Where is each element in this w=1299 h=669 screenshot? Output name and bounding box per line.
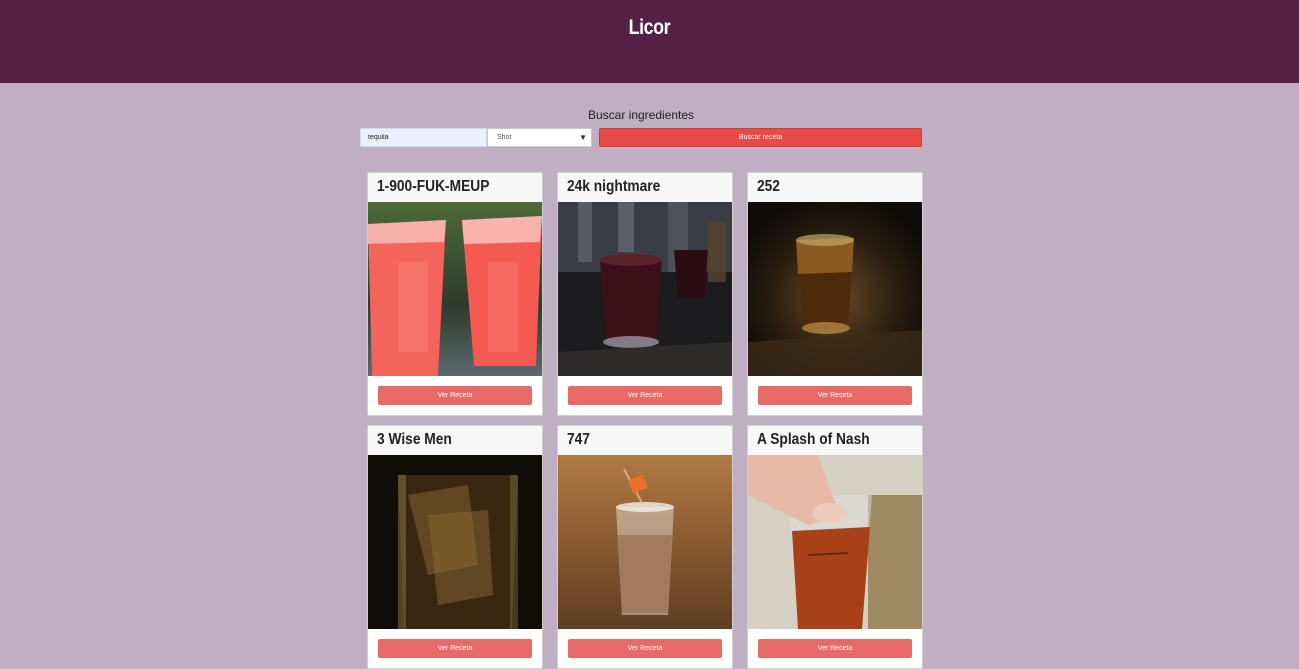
card-footer: Ver Receta [748, 376, 922, 415]
view-recipe-button[interactable]: Ver Receta [758, 386, 912, 405]
category-selected-value: Shot [497, 134, 512, 141]
recipe-card: A Splash of Nash Ver Receta [747, 425, 923, 669]
recipe-card: 3 Wise Men Ver Receta [367, 425, 543, 669]
recipe-title: A Splash of Nash [748, 426, 922, 455]
recipe-image [748, 202, 922, 376]
search-row: Shot ▼ Buscar receta [360, 128, 922, 147]
card-footer: Ver Receta [748, 629, 922, 668]
recipe-image [368, 455, 542, 629]
recipe-image [558, 202, 732, 376]
chevron-down-icon: ▼ [579, 133, 587, 142]
recipe-card: 747 Ver Receta [557, 425, 733, 669]
card-footer: Ver Receta [368, 629, 542, 668]
view-recipe-button[interactable]: Ver Receta [378, 386, 532, 405]
recipe-card: 252 Ver Receta [747, 172, 923, 416]
search-recipe-button[interactable]: Buscar receta [599, 128, 922, 147]
card-footer: Ver Receta [368, 376, 542, 415]
card-footer: Ver Receta [558, 629, 732, 668]
ingredient-input[interactable] [360, 128, 487, 147]
recipe-image [368, 202, 542, 376]
search-label: Buscar ingredientes [587, 108, 695, 122]
category-select[interactable]: Shot ▼ [487, 128, 592, 147]
recipe-title: 24k nightmare [558, 173, 732, 202]
recipe-title: 3 Wise Men [368, 426, 542, 455]
header-bar: Licor [0, 0, 1299, 83]
recipe-title: 252 [748, 173, 922, 202]
view-recipe-button[interactable]: Ver Receta [568, 639, 722, 658]
recipe-card: 24k nightmare Ver Receta [557, 172, 733, 416]
search-form: Buscar ingredientes Shot ▼ Buscar receta [360, 108, 922, 147]
view-recipe-button[interactable]: Ver Receta [568, 386, 722, 405]
recipe-card: 1-900-FUK-MEUP Ver Receta [367, 172, 543, 416]
recipe-title: 747 [558, 426, 732, 455]
card-footer: Ver Receta [558, 376, 732, 415]
page-title: Licor [628, 16, 671, 39]
recipe-image [558, 455, 732, 629]
recipe-image [748, 455, 922, 629]
view-recipe-button[interactable]: Ver Receta [758, 639, 912, 658]
view-recipe-button[interactable]: Ver Receta [378, 639, 532, 658]
recipe-title: 1-900-FUK-MEUP [368, 173, 542, 202]
recipe-grid: 1-900-FUK-MEUP Ver Receta 24k nightmare [367, 172, 923, 669]
